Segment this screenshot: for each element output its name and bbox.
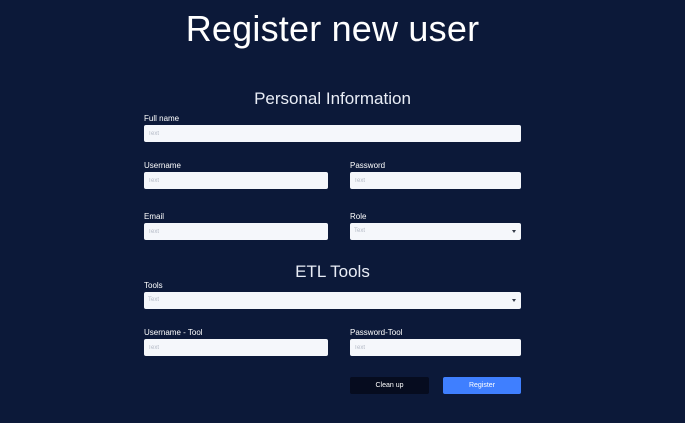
username-input[interactable] <box>144 172 328 189</box>
tools-select-value: Text <box>148 297 160 303</box>
tools-select[interactable]: Text <box>144 292 521 309</box>
register-button[interactable]: Register <box>443 377 521 394</box>
role-label: Role <box>350 212 367 221</box>
password-label: Password <box>350 161 386 170</box>
etl-tools-heading: ETL Tools <box>295 262 370 281</box>
full-name-label: Full name <box>144 114 180 123</box>
role-select-value: Text <box>354 228 366 234</box>
password-tool-input[interactable] <box>350 339 521 356</box>
username-label: Username <box>144 161 181 170</box>
chevron-down-icon <box>512 299 516 302</box>
page-title: Register new user <box>185 8 480 49</box>
username-tool-input[interactable] <box>144 339 328 356</box>
full-name-input[interactable] <box>144 125 521 142</box>
cleanup-button[interactable]: Clean up <box>350 377 429 394</box>
role-select[interactable]: Text <box>350 223 521 240</box>
password-tool-label: Password-Tool <box>350 328 403 337</box>
username-tool-label: Username - Tool <box>144 328 203 337</box>
email-input[interactable] <box>144 223 328 240</box>
tools-label: Tools <box>144 281 163 290</box>
chevron-down-icon <box>512 230 516 233</box>
password-input[interactable] <box>350 172 521 189</box>
email-label: Email <box>144 212 165 221</box>
personal-information-heading: Personal Information <box>254 89 411 108</box>
